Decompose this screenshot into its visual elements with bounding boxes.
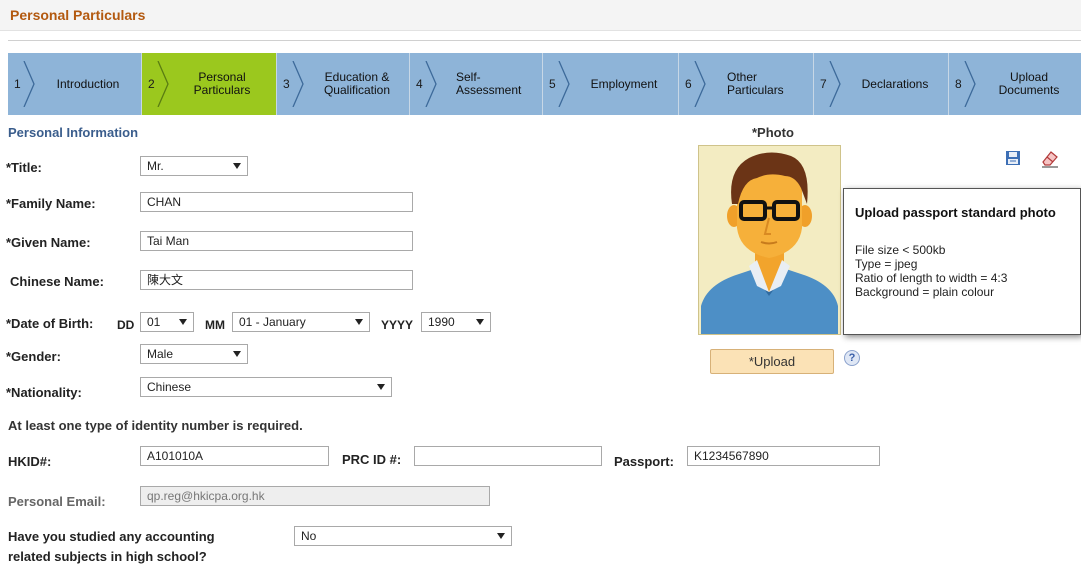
tooltip-line: Type = jpeg xyxy=(855,257,918,271)
upload-photo-button[interactable]: *Upload xyxy=(710,349,834,374)
dob-day-select[interactable]: 01 xyxy=(140,312,194,332)
step-upload-documents[interactable]: 8 Upload Documents xyxy=(949,53,1081,115)
help-icon[interactable]: ? xyxy=(844,350,860,366)
step-label: Other Particulars xyxy=(727,70,784,97)
step-introduction[interactable]: 1 Introduction xyxy=(8,53,142,115)
step-label: Declarations xyxy=(861,76,929,91)
tooltip-line: File size < 500kb xyxy=(855,243,946,257)
chevron-right-icon xyxy=(829,61,841,107)
email-label: Personal Email: xyxy=(8,494,106,509)
dropdown-arrow-icon xyxy=(476,319,484,325)
email-input[interactable]: qp.reg@hkicpa.org.hk xyxy=(140,486,490,506)
mm-label: MM xyxy=(205,318,225,332)
dob-year-select[interactable]: 1990 xyxy=(421,312,491,332)
nationality-select-value: Chinese xyxy=(147,380,192,394)
avatar-image xyxy=(699,146,840,334)
step-navigation: 1 Introduction 2 Personal Particulars 3 E… xyxy=(8,53,1081,115)
photo-label: *Photo xyxy=(752,125,794,140)
step-other-particulars[interactable]: 6 Other Particulars xyxy=(679,53,814,115)
title-label: *Title: xyxy=(6,160,42,175)
gender-label: *Gender: xyxy=(6,349,61,364)
step-education-qualification[interactable]: 3 Education & Qualification xyxy=(277,53,410,115)
step-declarations[interactable]: 7 Declarations xyxy=(814,53,949,115)
dd-label: DD xyxy=(117,318,135,332)
chinese-name-input[interactable]: 陳大文 xyxy=(140,270,413,290)
step-number: 7 xyxy=(820,77,827,91)
dropdown-arrow-icon xyxy=(497,533,505,539)
step-number: 1 xyxy=(14,77,21,91)
studied-accounting-value: No xyxy=(301,529,317,543)
family-name-input[interactable]: CHAN xyxy=(140,192,413,212)
studied-accounting-select[interactable]: No xyxy=(294,526,512,546)
yyyy-label: YYYY xyxy=(381,318,414,332)
passport-input[interactable]: K1234567890 xyxy=(687,446,880,466)
chevron-right-icon xyxy=(292,61,304,107)
hkid-input[interactable]: A101010A xyxy=(140,446,329,466)
tooltip-line: Ratio of length to width = 4:3 xyxy=(855,271,1008,285)
chevron-right-icon xyxy=(694,61,706,107)
nationality-label: *Nationality: xyxy=(6,385,82,400)
photo-preview xyxy=(698,145,841,335)
section-title: Personal Information xyxy=(8,125,139,140)
dropdown-arrow-icon xyxy=(355,319,363,325)
step-label: Self- Assessment xyxy=(456,70,522,97)
dob-month-select[interactable]: 01 - January xyxy=(232,312,370,332)
prc-id-input[interactable] xyxy=(414,446,602,466)
dob-day-value: 01 xyxy=(147,315,161,329)
step-number: 2 xyxy=(148,77,155,91)
prc-id-label: PRC ID #: xyxy=(342,452,402,467)
step-employment[interactable]: 5 Employment xyxy=(543,53,679,115)
identity-note: At least one type of identity number is … xyxy=(8,418,303,433)
step-personal-particulars[interactable]: 2 Personal Particulars xyxy=(142,53,277,115)
given-name-input[interactable]: Tai Man xyxy=(140,231,413,251)
chinese-name-label: Chinese Name: xyxy=(10,274,104,289)
step-number: 8 xyxy=(955,77,962,91)
chevron-right-icon xyxy=(157,61,169,107)
dob-month-value: 01 - January xyxy=(239,315,306,329)
step-number: 5 xyxy=(549,77,556,91)
given-name-label: *Given Name: xyxy=(6,235,91,250)
step-number: 3 xyxy=(283,77,290,91)
nationality-select[interactable]: Chinese xyxy=(140,377,392,397)
tooltip-line: Background = plain colour xyxy=(855,285,995,299)
page-title: Personal Particulars xyxy=(10,7,146,23)
photo-requirements-tooltip: Upload passport standard photo File size… xyxy=(843,188,1081,335)
gender-select-value: Male xyxy=(147,347,174,361)
dropdown-arrow-icon xyxy=(233,351,241,357)
chevron-right-icon xyxy=(964,61,976,107)
gender-select[interactable]: Male xyxy=(140,344,248,364)
dob-year-value: 1990 xyxy=(428,315,455,329)
chevron-right-icon xyxy=(23,61,35,107)
chevron-right-icon xyxy=(558,61,570,107)
dropdown-arrow-icon xyxy=(233,163,241,169)
page-header xyxy=(0,0,1081,31)
step-label: Introduction xyxy=(56,76,120,91)
dropdown-arrow-icon xyxy=(179,319,187,325)
eraser-icon[interactable] xyxy=(1040,148,1060,168)
step-self-assessment[interactable]: 4 Self- Assessment xyxy=(410,53,543,115)
studied-accounting-label-line1: Have you studied any accounting xyxy=(8,529,215,544)
step-label: Upload Documents xyxy=(998,70,1060,97)
step-number: 4 xyxy=(416,77,423,91)
dob-label: *Date of Birth: xyxy=(6,316,94,331)
chevron-right-icon xyxy=(425,61,437,107)
tooltip-title: Upload passport standard photo xyxy=(855,205,1056,220)
dropdown-arrow-icon xyxy=(377,384,385,390)
step-label: Education & Qualification xyxy=(323,70,391,97)
title-select-value: Mr. xyxy=(147,159,164,173)
studied-accounting-label-line2: related subjects in high school? xyxy=(8,549,207,564)
step-label: Employment xyxy=(590,76,658,91)
save-icon[interactable] xyxy=(1005,150,1021,166)
header-divider xyxy=(8,40,1081,41)
passport-label: Passport: xyxy=(614,454,674,469)
step-number: 6 xyxy=(685,77,692,91)
step-label: Personal Particulars xyxy=(193,70,251,97)
title-select[interactable]: Mr. xyxy=(140,156,248,176)
hkid-label: HKID#: xyxy=(8,454,52,469)
family-name-label: *Family Name: xyxy=(6,196,96,211)
